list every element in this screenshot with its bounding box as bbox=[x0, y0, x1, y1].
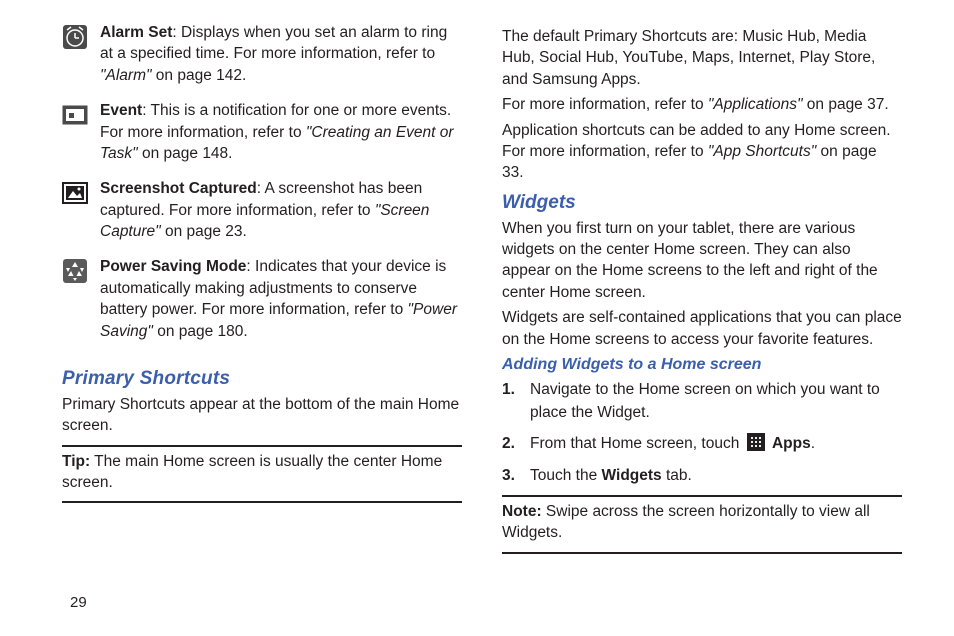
page-number: 29 bbox=[70, 594, 87, 611]
icon-item-alarm: Alarm Set: Displays when you set an alar… bbox=[62, 22, 462, 86]
para-app-shortcuts-ref: Application shortcuts can be added to an… bbox=[502, 120, 902, 184]
widgets-body-2: Widgets are self-contained applications … bbox=[502, 307, 902, 350]
icon-item-screenshot: Screenshot Captured: A screenshot has be… bbox=[62, 178, 462, 242]
icon-item-event: Event: This is a notification for one or… bbox=[62, 100, 462, 164]
calendar-event-icon bbox=[62, 102, 88, 128]
icon-item-power-saving: Power Saving Mode: Indicates that your d… bbox=[62, 256, 462, 342]
left-column: Alarm Set: Displays when you set an alar… bbox=[62, 22, 462, 558]
heading-primary-shortcuts: Primary Shortcuts bbox=[62, 368, 462, 390]
notification-icon-list: Alarm Set: Displays when you set an alar… bbox=[62, 22, 462, 342]
apps-icon bbox=[747, 433, 765, 451]
para-default-shortcuts: The default Primary Shortcuts are: Music… bbox=[502, 26, 902, 90]
screenshot-icon bbox=[62, 180, 88, 206]
step-2: 2. From that Home screen, touch Apps. bbox=[502, 432, 902, 455]
icon-desc: Event: This is a notification for one or… bbox=[100, 100, 462, 164]
note-text: Note: Swipe across the screen horizontal… bbox=[502, 501, 902, 544]
heading-widgets: Widgets bbox=[502, 192, 902, 214]
note-rule-bottom bbox=[502, 552, 902, 554]
tip-rule-bottom bbox=[62, 501, 462, 503]
primary-shortcuts-body: Primary Shortcuts appear at the bottom o… bbox=[62, 394, 462, 437]
step-1: 1. Navigate to the Home screen on which … bbox=[502, 378, 902, 425]
note-rule-top bbox=[502, 495, 902, 497]
heading-adding-widgets: Adding Widgets to a Home screen bbox=[502, 356, 902, 374]
right-column: The default Primary Shortcuts are: Music… bbox=[502, 22, 902, 558]
widgets-body-1: When you first turn on your tablet, ther… bbox=[502, 218, 902, 304]
para-applications-ref: For more information, refer to "Applicat… bbox=[502, 94, 902, 115]
tip-rule-top bbox=[62, 445, 462, 447]
adding-widgets-steps: 1. Navigate to the Home screen on which … bbox=[502, 378, 902, 487]
icon-desc: Power Saving Mode: Indicates that your d… bbox=[100, 256, 462, 342]
step-3: 3. Touch the Widgets tab. bbox=[502, 464, 902, 487]
alarm-clock-icon bbox=[62, 24, 88, 50]
recycle-icon bbox=[62, 258, 88, 284]
tip-text: Tip: The main Home screen is usually the… bbox=[62, 451, 462, 494]
icon-desc: Alarm Set: Displays when you set an alar… bbox=[100, 22, 462, 86]
icon-desc: Screenshot Captured: A screenshot has be… bbox=[100, 178, 462, 242]
